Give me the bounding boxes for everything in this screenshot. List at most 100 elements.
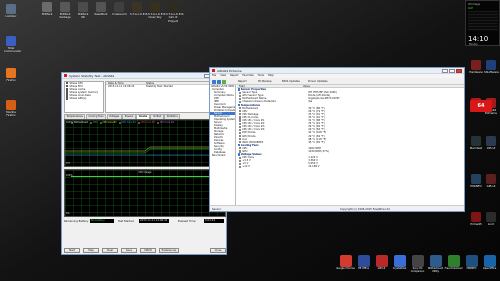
taskbar-icon-label: Motherboard Utility [427, 267, 444, 273]
save-button[interactable]: Save [121, 248, 137, 253]
bios-updates-button[interactable]: BIOS Updates [282, 80, 300, 83]
menu-file[interactable]: File [212, 74, 216, 77]
desktop-icon[interactable]: GPU-Z [484, 174, 498, 188]
desktop-icon[interactable]: Lomitec [4, 4, 18, 18]
stress-checkbox[interactable]: Stress GPU(s) [65, 97, 103, 100]
menu-view[interactable]: View [220, 74, 226, 77]
desktop-icon[interactable]: S.T.A.L.K.E.R. Clear Sky [148, 2, 166, 20]
tab-temperatures[interactable]: Temperatures [64, 114, 86, 119]
menu-help[interactable]: Help [268, 74, 274, 77]
desktop-icon[interactable]: PassMark [94, 2, 108, 16]
desktop-icon[interactable]: SiSoftware [484, 60, 499, 74]
stability-titlebar[interactable]: System Stability Test - AIDA64 [62, 73, 226, 79]
desktop-icon[interactable]: 3DMark 06 [76, 2, 90, 20]
app-icon [486, 174, 496, 184]
taskbar-icon[interactable]: Free Download [444, 255, 463, 271]
forward-icon[interactable] [217, 79, 221, 84]
sensor-icon [239, 137, 242, 141]
desktop-icon[interactable]: S.T.A.L.K.E.R. Call of Pripyat [166, 2, 184, 23]
col-value: Value [303, 85, 310, 88]
cpuid-button[interactable]: CPUID [140, 248, 156, 253]
gadget-line2: RAM [468, 7, 473, 10]
sensor-icon [239, 94, 242, 97]
clock-gadget[interactable]: CPU Usage RAM 14:10 Monday [465, 0, 500, 46]
desktop-icon[interactable]: Total Commander [4, 36, 21, 54]
desktop-icon[interactable]: 3DMark Vantage [58, 2, 72, 20]
menu-report[interactable]: Report [230, 74, 238, 77]
elapsed-label: Elapsed Time: [178, 220, 197, 223]
desktop-icon-label: S.T.A.L.K.E.R. [130, 12, 149, 16]
checkbox-icon[interactable] [66, 88, 69, 91]
menu-tools[interactable]: Tools [258, 74, 264, 77]
taskbar-icon[interactable]: HWiNFO [462, 255, 481, 271]
checkbox-icon[interactable] [66, 82, 69, 85]
taskbar-icon[interactable]: Sony PC Companion [408, 255, 427, 274]
checkbox-icon[interactable] [66, 97, 69, 100]
test-started-value: 2015.11.11 14:06:43 [139, 219, 169, 223]
desktop-icon[interactable]: Hardware [469, 60, 483, 74]
app-icon [486, 136, 496, 146]
report-button[interactable]: Report [238, 80, 247, 83]
desktop-icon[interactable]: Mozilla Firefox [4, 100, 18, 118]
battery-value: No battery [90, 219, 114, 223]
col-date: Date & Time [108, 82, 124, 85]
checkbox-icon[interactable] [66, 94, 69, 97]
clear-button[interactable]: Clear [102, 248, 118, 253]
desktop-icon-label: HWiNFO [470, 184, 482, 188]
desktop-icon[interactable]: 3DMark [40, 2, 54, 16]
desktop-icon[interactable]: LinX [484, 212, 498, 226]
elapsed-value: 0:03:44 [204, 219, 224, 223]
desktop-icon-label: Mozilla Firefox [6, 110, 16, 118]
app-icon [6, 4, 16, 14]
checkbox-icon[interactable] [66, 91, 69, 94]
minimize-button[interactable] [442, 68, 448, 73]
taskbar-icon[interactable]: HP Office [354, 255, 373, 271]
nav-item[interactable]: Benchmark [210, 154, 235, 157]
tab-unified[interactable]: Unified [150, 114, 164, 119]
menu-favorites[interactable]: Favorites [242, 74, 253, 77]
tab-voltages[interactable]: Voltages [106, 114, 122, 119]
taskbar-icon[interactable]: OpenOffice [480, 255, 499, 271]
aida-toolbar: Report PC Backup BIOS Updates Driver Upd… [210, 78, 464, 85]
aida64-desktop-icon[interactable]: 64 [470, 100, 492, 112]
desktop-icon[interactable]: HWiNFO [469, 174, 483, 188]
close-button[interactable]: Close [210, 248, 226, 253]
tab-clocks[interactable]: Clocks [136, 114, 150, 119]
preferences-button[interactable]: Preferences [159, 248, 179, 253]
start-button[interactable]: Start [64, 248, 80, 253]
desktop-icon[interactable]: Prime95 [469, 212, 483, 226]
stability-test-window[interactable]: System Stability Test - AIDA64 Stress CP… [61, 72, 227, 255]
sensor-icon [239, 162, 242, 165]
taskbar-icon[interactable]: Motherboard Utility [426, 255, 445, 274]
taskbar-icon[interactable]: GPU-Z [372, 255, 391, 271]
aida-app-icon [212, 69, 215, 72]
app-icon [411, 255, 424, 267]
checkbox-icon[interactable] [66, 85, 69, 88]
desktop-icon[interactable]: Memtest [469, 136, 483, 150]
app-icon [486, 60, 496, 70]
taskbar-icon[interactable]: Google Chrome [336, 255, 355, 271]
stability-log: Date & Time Status 2015.11.11 14:06:43 Sta… [105, 81, 225, 113]
desktop-icon[interactable]: CPU-Z [484, 136, 498, 150]
maximize-button[interactable] [449, 68, 455, 73]
tab-powers[interactable]: Powers [122, 114, 136, 119]
tab-statistics[interactable]: Statistics [164, 114, 181, 119]
aida-nav-tree: AIDA64 v5.50.3600 Computer Summary Computer… [210, 85, 236, 205]
taskbar-icon[interactable]: CrystalDisk [390, 255, 409, 271]
app-icon [429, 255, 442, 267]
desktop-icon[interactable]: Firefox [4, 68, 18, 82]
desktop-icon[interactable]: S.T.A.L.K.E.R. [130, 2, 148, 16]
back-icon[interactable] [212, 79, 216, 84]
desktop-icon[interactable]: Cinebench [112, 2, 127, 16]
taskbar-icon-label: HP Office [358, 267, 369, 270]
aida64-window[interactable]: AIDA64 Extreme File View Report Favorites To… [209, 67, 465, 212]
close-icon[interactable] [456, 68, 462, 73]
tab-cooling-fans[interactable]: Cooling Fans [85, 114, 106, 119]
desktop-bottom-icons: Google Chrome HP Office GPU-Z CrystalDisk So… [270, 252, 500, 281]
app-icon [168, 2, 178, 12]
stop-button[interactable]: Stop [83, 248, 99, 253]
driver-updates-button[interactable]: Driver Updates [308, 80, 328, 83]
refresh-icon[interactable] [222, 79, 226, 84]
gadget-time: 14:10 [468, 35, 489, 43]
pc-backup-button[interactable]: PC Backup [258, 80, 272, 83]
